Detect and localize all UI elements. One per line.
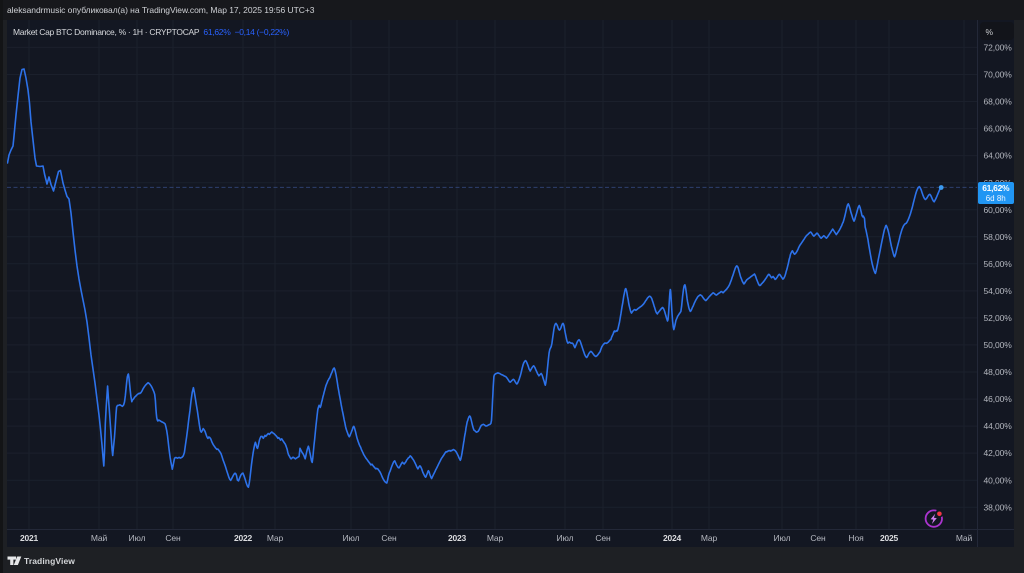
svg-text:2021: 2021 bbox=[20, 533, 39, 543]
svg-text:Сен: Сен bbox=[595, 533, 611, 543]
svg-text:70,00%: 70,00% bbox=[984, 70, 1013, 80]
svg-text:66,00%: 66,00% bbox=[984, 124, 1013, 134]
svg-text:56,00%: 56,00% bbox=[984, 259, 1013, 269]
svg-text:46,00%: 46,00% bbox=[984, 394, 1013, 404]
svg-text:44,00%: 44,00% bbox=[984, 421, 1013, 431]
svg-text:Мар: Мар bbox=[267, 533, 284, 543]
svg-text:68,00%: 68,00% bbox=[984, 97, 1013, 107]
svg-text:Сен: Сен bbox=[381, 533, 397, 543]
svg-text:Мар: Мар bbox=[701, 533, 718, 543]
svg-text:40,00%: 40,00% bbox=[984, 475, 1013, 485]
svg-text:2022: 2022 bbox=[234, 533, 253, 543]
svg-text:2024: 2024 bbox=[663, 533, 682, 543]
svg-text:Сен: Сен bbox=[810, 533, 826, 543]
svg-text:38,00%: 38,00% bbox=[984, 502, 1013, 512]
svg-text:48,00%: 48,00% bbox=[984, 367, 1013, 377]
svg-text:Июл: Июл bbox=[343, 533, 360, 543]
svg-text:Июл: Июл bbox=[129, 533, 146, 543]
svg-text:42,00%: 42,00% bbox=[984, 448, 1013, 458]
svg-text:52,00%: 52,00% bbox=[984, 313, 1013, 323]
svg-text:54,00%: 54,00% bbox=[984, 286, 1013, 296]
svg-text:Июл: Июл bbox=[557, 533, 574, 543]
svg-text:2025: 2025 bbox=[880, 533, 899, 543]
svg-text:50,00%: 50,00% bbox=[984, 340, 1013, 350]
svg-text:58,00%: 58,00% bbox=[984, 232, 1013, 242]
svg-text:72,00%: 72,00% bbox=[984, 43, 1013, 53]
svg-text:Сен: Сен bbox=[165, 533, 181, 543]
svg-text:Мар: Мар bbox=[487, 533, 504, 543]
svg-text:Май: Май bbox=[91, 533, 108, 543]
svg-text:64,00%: 64,00% bbox=[984, 151, 1013, 161]
svg-text:Июл: Июл bbox=[774, 533, 791, 543]
svg-text:2023: 2023 bbox=[448, 533, 467, 543]
svg-text:60,00%: 60,00% bbox=[984, 205, 1013, 215]
svg-text:Ноя: Ноя bbox=[848, 533, 864, 543]
svg-text:Май: Май bbox=[956, 533, 973, 543]
